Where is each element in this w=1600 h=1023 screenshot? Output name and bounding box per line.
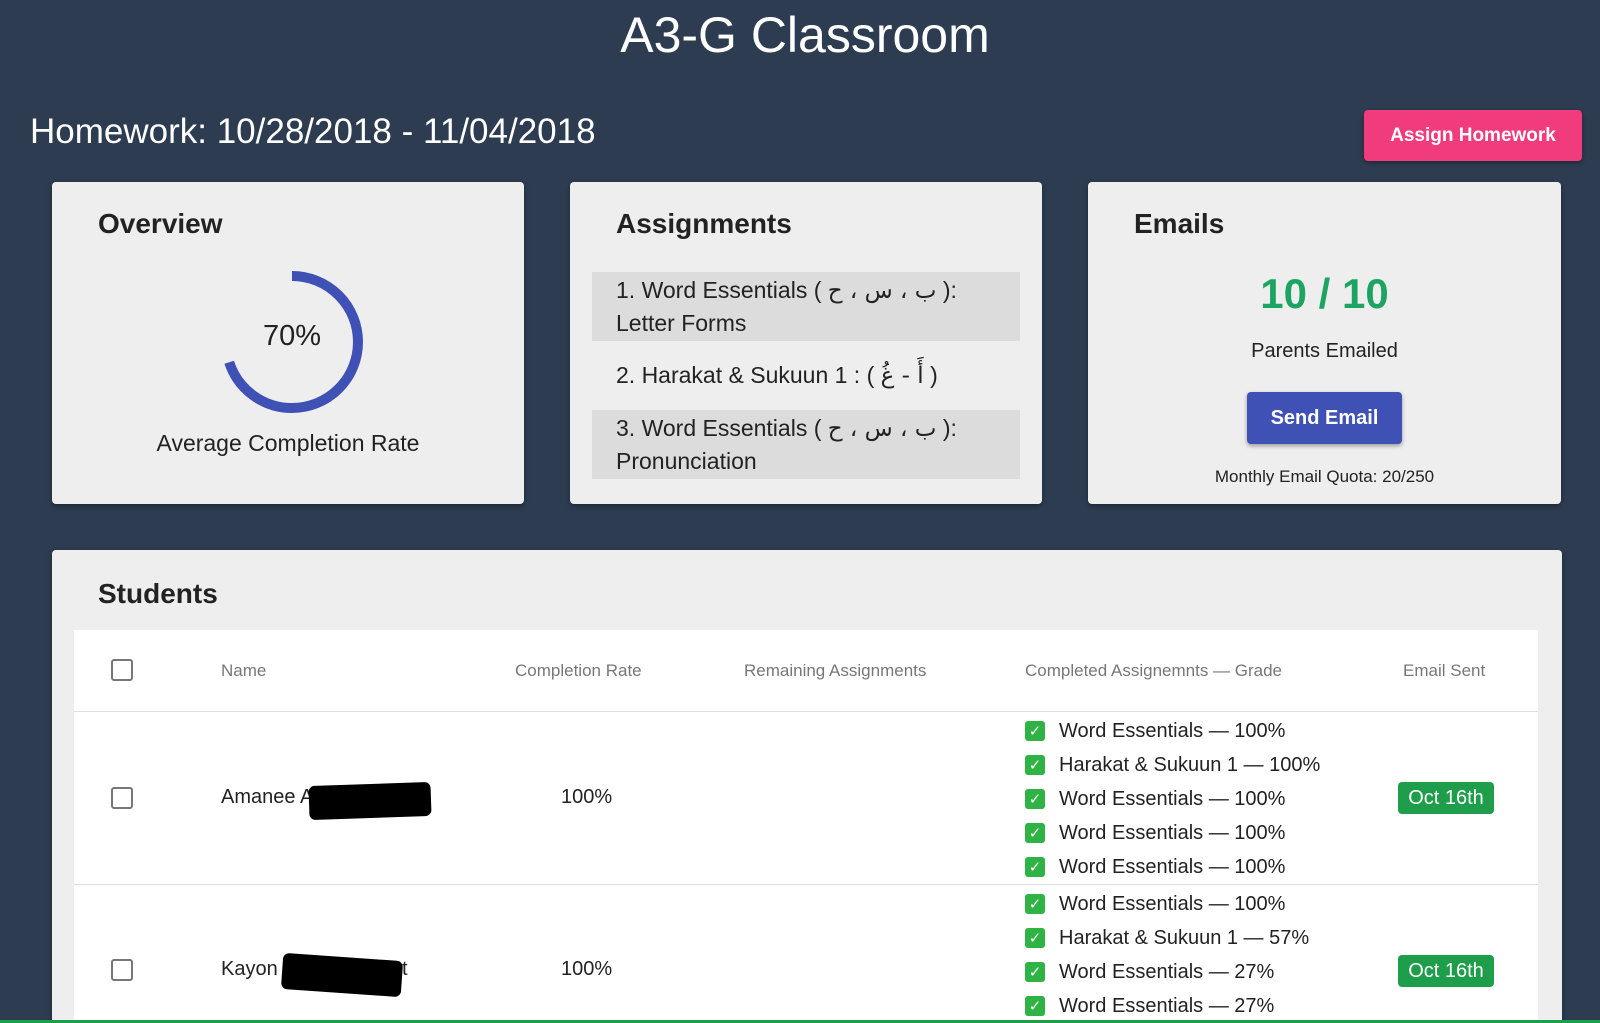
student-completion-rate: 100% bbox=[561, 958, 613, 980]
grade-text: Word Essentials — 27% bbox=[1059, 994, 1275, 1017]
emails-sent-count: 10 / 10 bbox=[1260, 270, 1389, 317]
check-mark-icon: ✓ bbox=[1025, 755, 1045, 775]
assignment-title: 3. Word Essentials ( bbox=[616, 415, 828, 441]
assignment-item[interactable]: 1. Word Essentials ( ب ، س ، ح ): Letter… bbox=[592, 272, 1020, 341]
grade-text: Word Essentials — 100% bbox=[1059, 892, 1286, 915]
column-header-email-sent[interactable]: Email Sent bbox=[1403, 661, 1485, 681]
email-sent-badge: Oct 16th bbox=[1398, 955, 1494, 987]
email-quota: Monthly Email Quota: 20/250 bbox=[1214, 467, 1435, 486]
row-checkbox[interactable] bbox=[111, 787, 133, 809]
completion-rate-caption: Average Completion Rate bbox=[156, 430, 420, 456]
grade-item: ✓ Harakat & Sukuun 1 — 57% bbox=[1025, 921, 1309, 955]
assignments-title: Assignments bbox=[616, 208, 792, 239]
emails-title: Emails bbox=[1134, 208, 1225, 239]
students-card: Students Name Completion Rate Remaining … bbox=[52, 550, 1562, 1023]
assignment-subtitle: Letter Forms bbox=[616, 310, 747, 336]
grade-item: ✓ Word Essentials — 100% bbox=[1025, 850, 1320, 884]
assignment-list: 1. Word Essentials ( ب ، س ، ح ): Letter… bbox=[592, 272, 1020, 479]
assignment-title-suffix: ): bbox=[936, 415, 957, 441]
check-mark-icon: ✓ bbox=[1025, 962, 1045, 982]
assignment-arabic-letters: أَ - غُ bbox=[880, 363, 924, 389]
assignments-card: Assignments 1. Word Essentials ( ب ، س ،… bbox=[570, 182, 1042, 504]
column-header-remaining-assignments[interactable]: Remaining Assignments bbox=[744, 661, 926, 681]
check-mark-icon: ✓ bbox=[1025, 721, 1045, 741]
assignment-title: 1. Word Essentials ( bbox=[616, 277, 828, 303]
overview-card: Overview 70% Average Completion Rate bbox=[52, 182, 524, 504]
check-mark-icon: ✓ bbox=[1025, 996, 1045, 1016]
grade-text: Word Essentials — 27% bbox=[1059, 960, 1275, 983]
grade-item: ✓ Word Essentials — 100% bbox=[1025, 782, 1320, 816]
students-title: Students bbox=[98, 578, 218, 609]
completion-rate-value: 70% bbox=[262, 320, 322, 352]
students-table: Name Completion Rate Remaining Assignmen… bbox=[74, 630, 1538, 1023]
select-all-checkbox[interactable] bbox=[111, 659, 133, 681]
assignment-subtitle: Pronunciation bbox=[616, 448, 757, 474]
email-sent-badge: Oct 16th bbox=[1398, 782, 1494, 814]
check-mark-icon: ✓ bbox=[1025, 928, 1045, 948]
grade-text: Word Essentials — 100% bbox=[1059, 855, 1286, 878]
table-row[interactable]: Kayon t 100% ✓ Word Essentials — 100% ✓ Ha… bbox=[74, 885, 1538, 1023]
table-row[interactable]: Amanee A 100% ✓ Word Essentials — 100% ✓ H… bbox=[74, 712, 1538, 885]
completed-grades-list: ✓ Word Essentials — 100% ✓ Harakat & Sukuu… bbox=[1025, 714, 1320, 884]
assignment-arabic-letters: ب ، س ، ح bbox=[827, 416, 937, 442]
student-name: Amanee A bbox=[221, 786, 314, 808]
redaction-mark bbox=[308, 781, 432, 821]
column-header-completed-assignments[interactable]: Completed Assignemnts — Grade bbox=[1025, 661, 1282, 681]
emails-sent-caption: Parents Emailed bbox=[1251, 340, 1398, 362]
student-name: Kayon bbox=[221, 958, 278, 980]
app-title: A3-G Classroom bbox=[620, 7, 990, 63]
assignment-arabic-letters: ب ، س ، ح bbox=[827, 278, 937, 304]
send-email-button[interactable]: Send Email bbox=[1247, 392, 1402, 444]
assignment-title-suffix: ): bbox=[936, 277, 957, 303]
homework-range: Homework: 10/28/2018 - 11/04/2018 bbox=[30, 112, 596, 151]
check-mark-icon: ✓ bbox=[1025, 789, 1045, 809]
grade-text: Harakat & Sukuun 1 — 57% bbox=[1059, 926, 1310, 949]
grade-text: Word Essentials — 100% bbox=[1059, 787, 1286, 810]
grade-item: ✓ Word Essentials — 100% bbox=[1025, 887, 1309, 921]
overview-title: Overview bbox=[98, 208, 223, 239]
row-checkbox[interactable] bbox=[111, 959, 133, 981]
assignment-item[interactable]: 3. Word Essentials ( ب ، س ، ح ): Pronun… bbox=[592, 410, 1020, 479]
column-header-name[interactable]: Name bbox=[221, 661, 266, 681]
check-mark-icon: ✓ bbox=[1025, 857, 1045, 877]
assign-homework-button[interactable]: Assign Homework bbox=[1364, 110, 1582, 161]
assignment-item[interactable]: 2. Harakat & Sukuun 1 : ( أَ - غُ ) bbox=[592, 341, 1020, 410]
redaction-mark bbox=[280, 952, 404, 998]
grade-item: ✓ Word Essentials — 100% bbox=[1025, 816, 1320, 850]
assignment-title-suffix: ) bbox=[923, 362, 938, 388]
grade-text: Harakat & Sukuun 1 — 100% bbox=[1059, 753, 1321, 776]
grade-text: Word Essentials — 100% bbox=[1059, 719, 1286, 742]
completed-grades-list: ✓ Word Essentials — 100% ✓ Harakat & Sukuu… bbox=[1025, 887, 1309, 1023]
grade-text: Word Essentials — 100% bbox=[1059, 821, 1286, 844]
grade-item: ✓ Word Essentials — 27% bbox=[1025, 989, 1309, 1023]
student-name-tail: t bbox=[402, 958, 408, 980]
check-mark-icon: ✓ bbox=[1025, 894, 1045, 914]
grade-item: ✓ Word Essentials — 27% bbox=[1025, 955, 1309, 989]
check-mark-icon: ✓ bbox=[1025, 823, 1045, 843]
table-header: Name Completion Rate Remaining Assignmen… bbox=[74, 630, 1538, 712]
column-header-completion-rate[interactable]: Completion Rate bbox=[515, 661, 642, 681]
emails-card: Emails 10 / 10 Parents Emailed Send Emai… bbox=[1088, 182, 1561, 504]
assignment-title: 2. Harakat & Sukuun 1 : ( bbox=[616, 362, 881, 388]
grade-item: ✓ Harakat & Sukuun 1 — 100% bbox=[1025, 748, 1320, 782]
grade-item: ✓ Word Essentials — 100% bbox=[1025, 714, 1320, 748]
student-completion-rate: 100% bbox=[561, 786, 613, 808]
